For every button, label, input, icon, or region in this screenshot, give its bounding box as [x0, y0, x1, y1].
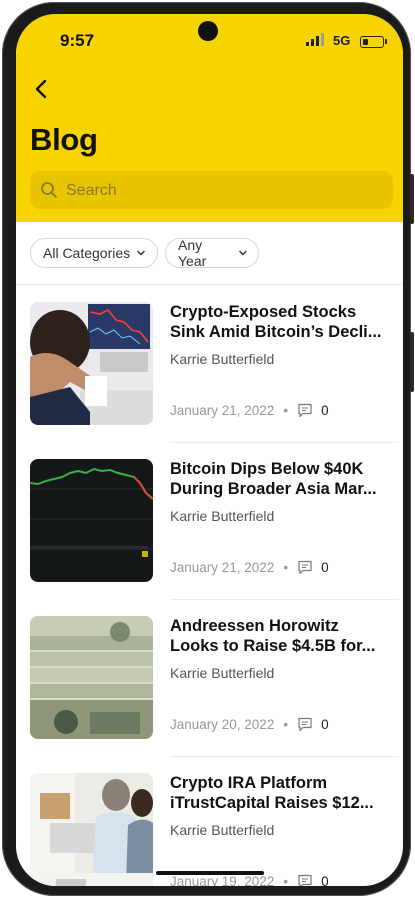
divider — [16, 284, 403, 285]
search-icon — [41, 182, 57, 198]
search-input[interactable] — [64, 171, 368, 211]
phone-frame: 9:57 5G Blog Search All Categories Any Y… — [2, 2, 414, 896]
chevron-down-icon — [137, 250, 145, 256]
post-author: Karrie Butterfield — [170, 665, 275, 681]
status-bar: 9:57 5G — [16, 14, 403, 64]
post-thumbnail-stocks — [30, 302, 153, 425]
post-title[interactable]: Andreessen Horowitz Looks to Raise $4.5B… — [170, 616, 392, 656]
status-time: 9:57 — [60, 31, 95, 50]
post-title[interactable]: Bitcoin Dips Below $40K During Broader A… — [170, 459, 392, 499]
battery-tip — [385, 39, 387, 44]
page-title: Blog — [30, 122, 98, 157]
meta-separator: • — [283, 403, 289, 418]
post-author: Karrie Butterfield — [170, 822, 275, 838]
post-thumbnail-people — [30, 773, 153, 886]
post-date: January 21, 2022 — [170, 560, 275, 575]
comment-icon — [298, 560, 312, 575]
post-title-line: Crypto-Exposed Stocks — [170, 303, 357, 321]
battery-icon — [360, 36, 384, 48]
comment-icon — [298, 874, 312, 886]
post-title-line: iTrustCapital Raises $12... — [170, 794, 374, 812]
post-author: Karrie Butterfield — [170, 351, 275, 367]
post-title-line: Crypto IRA Platform — [170, 774, 328, 792]
network-label: 5G — [333, 33, 351, 48]
meta-separator: • — [283, 717, 289, 732]
comment-count: 0 — [321, 560, 329, 575]
chevron-down-icon — [239, 250, 247, 256]
post-title-line: Andreessen Horowitz — [170, 617, 339, 635]
comment-count: 0 — [321, 717, 329, 732]
post-item[interactable]: Andreessen Horowitz Looks to Raise $4.5B… — [30, 616, 399, 756]
comment-count: 0 — [321, 403, 329, 418]
post-meta: January 21, 2022 • 0 — [170, 560, 329, 575]
chevron-left-icon — [35, 79, 47, 99]
meta-separator: • — [283, 560, 289, 575]
front-camera — [198, 21, 218, 41]
post-date: January 19, 2022 — [170, 874, 275, 886]
divider — [170, 599, 399, 600]
search-bar[interactable] — [30, 171, 393, 211]
category-filter-dropdown[interactable]: All Categories — [30, 238, 158, 268]
post-title-line: During Broader Asia Mar... — [170, 480, 377, 498]
meta-separator: • — [283, 874, 289, 886]
post-thumbnail-cash — [30, 616, 153, 739]
post-thumbnail-chart — [30, 459, 153, 582]
post-date: January 21, 2022 — [170, 403, 275, 418]
post-date: January 20, 2022 — [170, 717, 275, 732]
comment-icon — [298, 403, 312, 418]
side-button — [410, 174, 414, 224]
post-item[interactable]: Bitcoin Dips Below $40K During Broader A… — [30, 459, 399, 599]
post-title[interactable]: Crypto-Exposed Stocks Sink Amid Bitcoin’… — [170, 302, 392, 342]
home-indicator[interactable] — [156, 871, 264, 875]
post-title[interactable]: Crypto IRA Platform iTrustCapital Raises… — [170, 773, 392, 813]
side-button — [410, 332, 414, 392]
post-item[interactable]: Crypto-Exposed Stocks Sink Amid Bitcoin’… — [30, 302, 399, 442]
post-title-line: Bitcoin Dips Below $40K — [170, 460, 364, 478]
back-button[interactable] — [30, 74, 60, 104]
header: 9:57 5G Blog — [16, 14, 403, 222]
post-meta: January 20, 2022 • 0 — [170, 717, 329, 732]
post-title-line: Sink Amid Bitcoin’s Decli... — [170, 323, 382, 341]
category-filter-label: All Categories — [43, 245, 131, 261]
post-meta: January 19, 2022 • 0 — [170, 874, 329, 886]
year-filter-dropdown[interactable]: Any Year — [165, 237, 259, 269]
post-author: Karrie Butterfield — [170, 508, 275, 524]
post-item[interactable]: Crypto IRA Platform iTrustCapital Raises… — [30, 773, 399, 886]
signal-icon — [306, 33, 324, 46]
post-title-line: Looks to Raise $4.5B for... — [170, 637, 376, 655]
app-screen: 9:57 5G Blog Search All Categories Any Y… — [16, 14, 403, 886]
post-meta: January 21, 2022 • 0 — [170, 403, 329, 418]
comment-icon — [298, 717, 312, 732]
divider — [170, 756, 399, 757]
comment-count: 0 — [321, 874, 329, 886]
divider — [170, 442, 399, 443]
year-filter-label: Any Year — [178, 237, 207, 269]
